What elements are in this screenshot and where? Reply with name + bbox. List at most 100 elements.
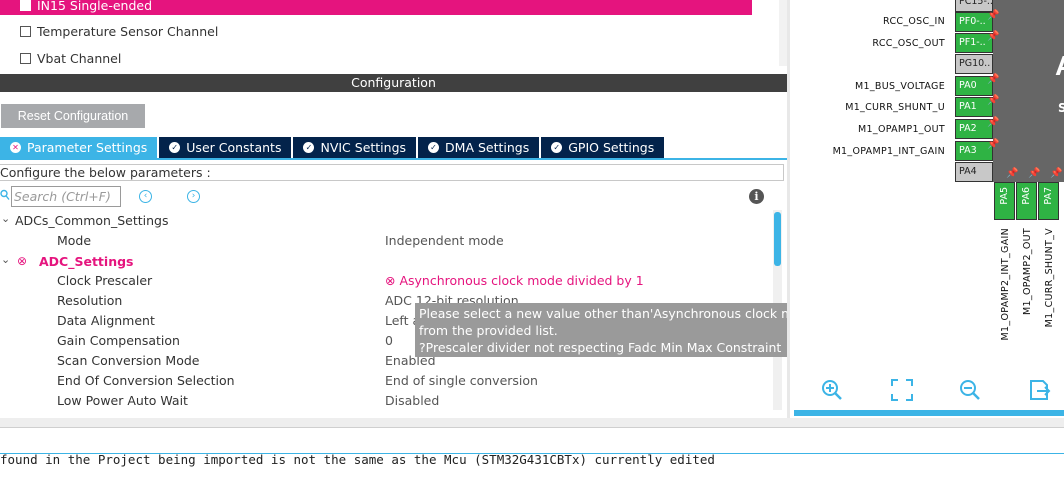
- pin-label-pa6: M1_OPAMP2_OUT: [1022, 228, 1033, 315]
- chevron-down-icon[interactable]: ⌄: [1, 253, 10, 266]
- param-name: Scan Conversion Mode: [57, 353, 200, 368]
- pushpin-icon: 📌: [987, 31, 1000, 42]
- pin-name: PA6: [1021, 187, 1032, 205]
- check-circle-icon: ✓: [303, 142, 315, 153]
- pin-label-pf0: RCC_OSC_IN: [883, 16, 945, 27]
- param-row-clock-prescaler[interactable]: Clock Prescaler ⊗ Asynchronous clock mod…: [0, 271, 770, 291]
- tab-label: DMA Settings: [445, 140, 530, 155]
- fit-to-screen-icon[interactable]: [890, 378, 914, 402]
- channel-in15-row[interactable]: IN15 Single-ended: [0, 0, 752, 15]
- export-image-icon[interactable]: [1028, 378, 1052, 402]
- check-circle-icon: ✓: [428, 142, 440, 153]
- pushpin-icon: 📌: [987, 117, 1000, 128]
- pushpin-icon: 📌: [987, 10, 1000, 21]
- error-circle-icon: ⊗: [385, 273, 400, 288]
- zoom-out-icon[interactable]: [958, 378, 982, 402]
- pin-pa7[interactable]: PA7: [1038, 182, 1059, 220]
- console-divider: [0, 427, 1064, 428]
- param-name: Resolution: [57, 293, 123, 308]
- pin-label-pf1: RCC_OSC_OUT: [872, 38, 945, 49]
- tab-parameter-settings[interactable]: ✕ Parameter Settings: [0, 137, 158, 158]
- param-name: Data Alignment: [57, 313, 155, 328]
- tab-label: NVIC Settings: [320, 140, 407, 155]
- pin-label-pa0: M1_BUS_VOLTAGE: [855, 81, 945, 92]
- error-circle-icon: ⊗: [17, 254, 28, 268]
- reset-configuration-button[interactable]: Reset Configuration: [1, 104, 145, 128]
- param-name: Low Power Auto Wait: [57, 393, 188, 408]
- param-value[interactable]: Independent mode: [385, 233, 504, 248]
- tab-user-constants[interactable]: ✓ User Constants: [159, 137, 292, 158]
- param-value[interactable]: End of single conversion: [385, 373, 538, 388]
- pin-pa5[interactable]: PA5: [994, 182, 1015, 220]
- stm32cubemx-window: IN15 Single-ended Temperature Sensor Cha…: [0, 0, 1064, 497]
- search-previous-button[interactable]: ‹: [139, 190, 152, 203]
- pin-pg10[interactable]: PG10..: [955, 54, 993, 74]
- check-circle-icon: ✓: [551, 142, 563, 153]
- param-value-error[interactable]: ⊗ Asynchronous clock mode divided by 1: [385, 273, 644, 288]
- param-name: Mode: [57, 233, 92, 248]
- zoom-in-icon[interactable]: [820, 378, 844, 402]
- info-icon[interactable]: i: [749, 189, 764, 204]
- tab-dma-settings[interactable]: ✓ DMA Settings: [418, 137, 540, 158]
- pushpin-icon: 📌: [1028, 168, 1041, 179]
- param-name: End Of Conversion Selection: [57, 373, 235, 388]
- pinout-view: A S PC15-.. RCC_OSC_IN PF0-.. 📌 RCC_OSC_…: [790, 0, 1064, 418]
- search-toolbar: ‹ › i: [0, 186, 787, 208]
- tab-underline: [0, 158, 787, 160]
- pin-pa6[interactable]: PA6: [1016, 182, 1037, 220]
- mcu-chip-body: [993, 0, 1064, 182]
- channel-temperature-row[interactable]: Temperature Sensor Channel: [0, 22, 218, 40]
- pin-name: PA5: [999, 187, 1010, 205]
- pin-name: PA7: [1043, 187, 1054, 205]
- tree-group-adcs-common[interactable]: ⌄ ADCs_Common_Settings: [0, 211, 770, 231]
- search-icon: [0, 189, 10, 204]
- pushpin-icon: 📌: [987, 74, 1000, 85]
- adc-configuration-panel: IN15 Single-ended Temperature Sensor Cha…: [0, 0, 901, 418]
- param-value[interactable]: Disabled: [385, 393, 439, 408]
- param-row-end-of-conversion[interactable]: End Of Conversion Selection End of singl…: [0, 371, 770, 391]
- chip-label-secondary: S: [1058, 101, 1064, 115]
- channel-in15-label: IN15 Single-ended: [37, 0, 153, 13]
- tab-gpio-settings[interactable]: ✓ GPIO Settings: [541, 137, 665, 158]
- pin-pa4[interactable]: PA4: [955, 162, 993, 182]
- param-value-text: Asynchronous clock mode divided by 1: [399, 273, 644, 288]
- console-splitter[interactable]: [0, 418, 1064, 427]
- param-row-low-power-auto-wait[interactable]: Low Power Auto Wait Disabled: [0, 391, 770, 411]
- pin-label-pa3: M1_OPAMP1_INT_GAIN: [832, 146, 945, 157]
- pin-label-pa5: M1_OPAMP2_INT_GAIN: [1000, 228, 1011, 341]
- console-output-line: found in the Project being imported is n…: [0, 452, 715, 467]
- channel-temperature-label: Temperature Sensor Channel: [37, 23, 219, 39]
- search-next-button[interactable]: ›: [187, 190, 200, 203]
- param-value[interactable]: 0: [385, 333, 393, 348]
- parameter-scrollbar-thumb[interactable]: [774, 212, 781, 266]
- tab-label: Parameter Settings: [27, 140, 148, 155]
- pushpin-icon: 📌: [1006, 168, 1019, 179]
- channel-vbat-checkbox[interactable]: [20, 52, 31, 64]
- param-row-mode[interactable]: Mode Independent mode: [0, 231, 770, 251]
- group-label: ADCs_Common_Settings: [15, 213, 169, 228]
- config-tabs: ✕ Parameter Settings ✓ User Constants ✓ …: [0, 137, 666, 158]
- chevron-down-icon[interactable]: ⌄: [1, 212, 10, 225]
- channel-vbat-label: Vbat Channel: [37, 50, 122, 66]
- tab-label: GPIO Settings: [568, 140, 655, 155]
- pin-label-pa7: M1_CURR_SHUNT_V: [1044, 228, 1055, 328]
- pushpin-icon: 📌: [987, 139, 1000, 150]
- channel-vbat-row[interactable]: Vbat Channel: [0, 49, 121, 67]
- channel-temperature-checkbox[interactable]: [20, 25, 31, 37]
- group-label: ADC_Settings: [39, 254, 134, 269]
- error-circle-icon: ✕: [10, 142, 21, 153]
- configuration-header: Configuration: [0, 74, 787, 92]
- search-input[interactable]: [11, 186, 121, 207]
- channel-in15-checkbox[interactable]: [20, 0, 31, 11]
- pin-label-pa1: M1_CURR_SHUNT_U: [845, 102, 945, 113]
- check-circle-icon: ✓: [169, 142, 181, 153]
- tree-group-adc-settings[interactable]: ⌄ ⊗ ADC_Settings: [0, 252, 770, 272]
- chip-label: A: [1055, 50, 1064, 82]
- console-selection-line: [0, 453, 1064, 454]
- param-name: Gain Compensation: [57, 333, 180, 348]
- configure-instructions: Configure the below parameters :: [0, 164, 784, 181]
- channel-list-scrollbar[interactable]: [779, 0, 787, 66]
- pinout-bottom-bar: [794, 410, 1064, 416]
- pushpin-icon: 📌: [987, 95, 1000, 106]
- tab-nvic-settings[interactable]: ✓ NVIC Settings: [293, 137, 417, 158]
